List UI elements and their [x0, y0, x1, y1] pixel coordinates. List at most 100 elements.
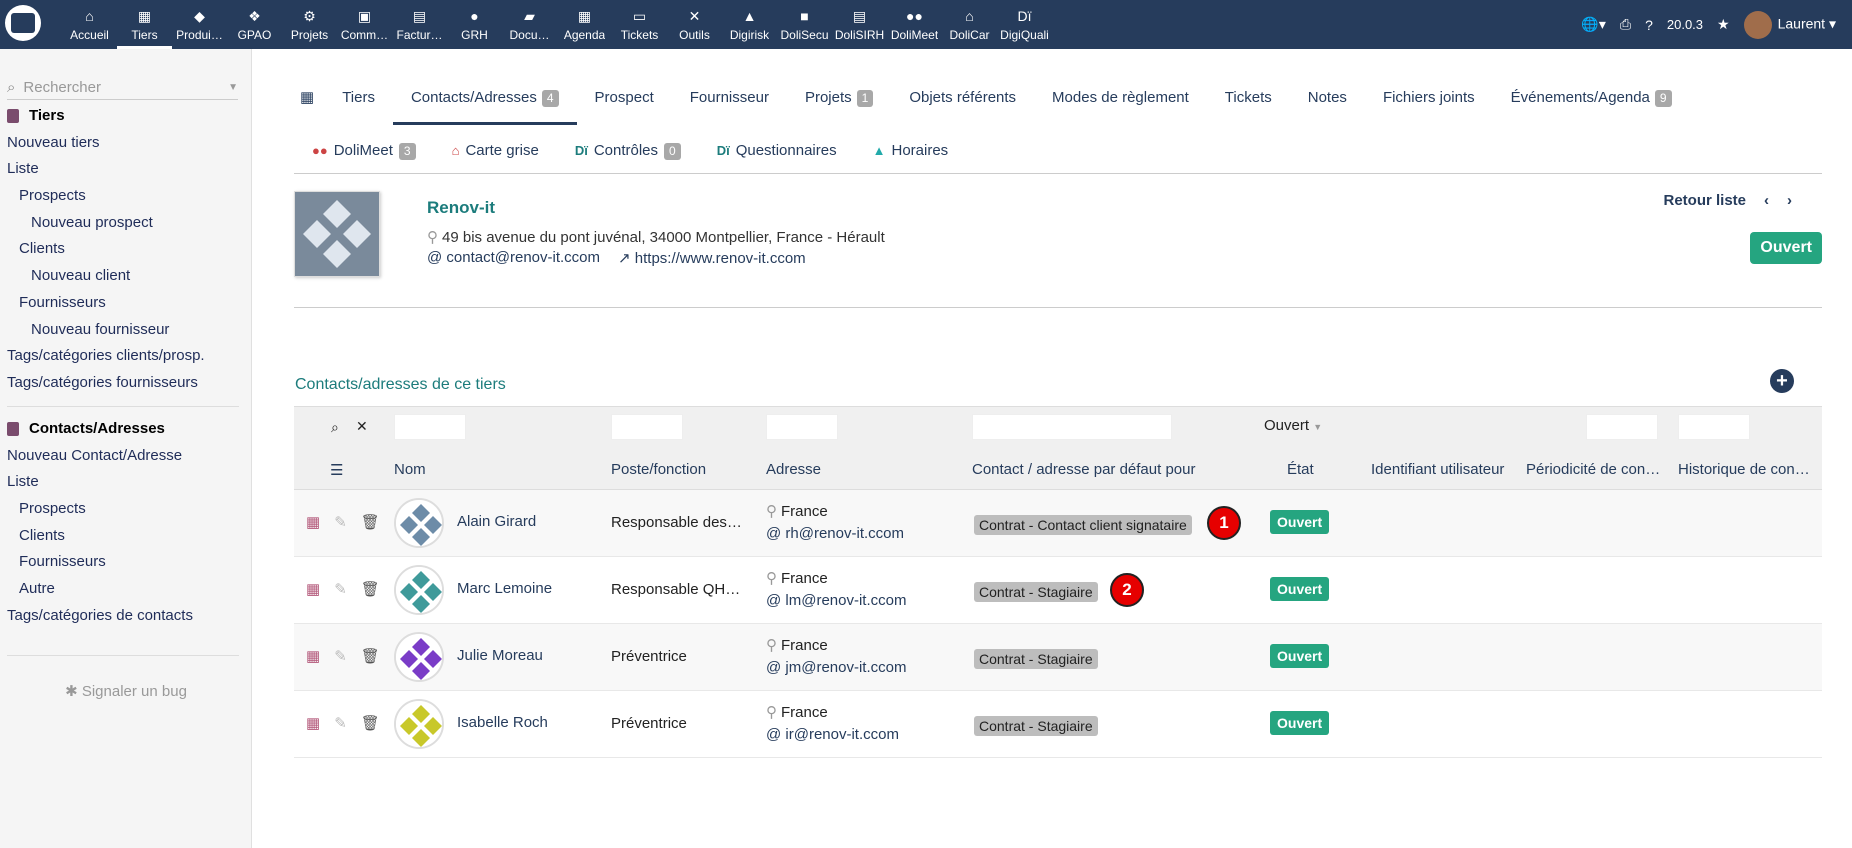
menu-item-dolisecu[interactable]: ■ DoliSecu: [777, 0, 832, 49]
sidebar-item[interactable]: Prospects: [0, 496, 252, 523]
menu-item-factur[interactable]: ▤ Factur…: [392, 0, 447, 49]
print-icon[interactable]: ⎙: [1620, 16, 1631, 33]
tab-tickets[interactable]: Tickets: [1207, 77, 1290, 125]
contact-email-link[interactable]: @ rh@renov-it.ccom: [766, 525, 904, 542]
menu-item-dolisirh[interactable]: ▤ DoliSIRH: [832, 0, 887, 49]
sidebar-item[interactable]: Clients: [0, 236, 252, 263]
edit-icon[interactable]: ✎: [334, 580, 347, 598]
menu-item-produi[interactable]: ◆ Produi…: [172, 0, 227, 49]
tab-contacts-adresses[interactable]: Contacts/Adresses 4: [392, 77, 577, 125]
sidebar-item[interactable]: Nouveau prospect: [0, 210, 252, 237]
trash-icon[interactable]: 🗑: [361, 647, 380, 665]
filter-poste-input[interactable]: [611, 414, 683, 440]
contact-name-link[interactable]: Isabelle Roch: [457, 714, 548, 731]
prev-icon[interactable]: ‹: [1764, 192, 1769, 209]
tab-fournisseur[interactable]: Fournisseur: [672, 77, 787, 125]
add-contact-button[interactable]: +: [1770, 369, 1794, 393]
tab-objets-r-f-rents[interactable]: Objets référents: [891, 77, 1034, 125]
contact-email-link[interactable]: @ jm@renov-it.ccom: [766, 659, 906, 676]
help-icon[interactable]: ?: [1645, 17, 1653, 33]
contact-email-link[interactable]: @ ir@renov-it.ccom: [766, 726, 899, 743]
sidebar-item[interactable]: Nouveau Contact/Adresse: [0, 443, 252, 470]
company-website-link[interactable]: ↗ https://www.renov-it.ccom: [618, 249, 806, 267]
contact-name-link[interactable]: Marc Lemoine: [457, 580, 552, 597]
tab-notes[interactable]: Notes: [1290, 77, 1365, 125]
list-icon[interactable]: ☰: [330, 461, 343, 479]
trash-icon[interactable]: 🗑: [361, 513, 380, 531]
col-user-id[interactable]: Identifiant utilisateur: [1371, 461, 1541, 478]
menu-item-accueil[interactable]: ⌂ Accueil: [62, 0, 117, 49]
globe-icon[interactable]: 🌐▾: [1581, 16, 1605, 33]
tab-dolimeet[interactable]: ●● DoliMeet 3: [294, 129, 434, 173]
tab-prospect[interactable]: Prospect: [577, 77, 672, 125]
menu-item-dolimeet[interactable]: ●● DoliMeet: [887, 0, 942, 49]
contact-email-link[interactable]: @ lm@renov-it.ccom: [766, 592, 906, 609]
calendar-icon[interactable]: ▦: [306, 580, 320, 598]
sidebar-item[interactable]: Liste: [0, 156, 252, 183]
company-email-link[interactable]: @ contact@renov-it.ccom: [427, 249, 600, 267]
sidebar-item[interactable]: Liste: [0, 469, 252, 496]
filter-name-input[interactable]: [394, 414, 466, 440]
sidebar-item[interactable]: Fournisseurs: [0, 290, 252, 317]
sidebar-item[interactable]: Nouveau tiers: [0, 130, 252, 157]
menu-item-outils[interactable]: ✕ Outils: [667, 0, 722, 49]
sidebar-heading[interactable]: Contacts/Adresses: [0, 416, 252, 443]
app-logo[interactable]: [5, 5, 41, 41]
filter-period-input[interactable]: [1586, 414, 1658, 440]
sidebar-item[interactable]: Autre: [0, 576, 252, 603]
edit-icon[interactable]: ✎: [334, 714, 347, 732]
tab-questionnaires[interactable]: Dï Questionnaires: [699, 129, 855, 173]
sidebar-item[interactable]: Tags/catégories de contacts: [0, 603, 252, 630]
sidebar-heading[interactable]: Tiers: [0, 103, 252, 130]
menu-item-tickets[interactable]: ▭ Tickets: [612, 0, 667, 49]
col-historique[interactable]: Historique de con…: [1678, 461, 1818, 478]
sidebar-item[interactable]: Nouveau client: [0, 263, 252, 290]
edit-icon[interactable]: ✎: [334, 647, 347, 665]
calendar-icon[interactable]: ▦: [306, 714, 320, 732]
sidebar-item[interactable]: Prospects: [0, 183, 252, 210]
tab-horaires[interactable]: ▲ Horaires: [855, 129, 967, 173]
tab-carte-grise[interactable]: ⌂ Carte grise: [434, 129, 557, 173]
menu-item-dolicar[interactable]: ⌂ DoliCar: [942, 0, 997, 49]
col-periodicite[interactable]: Périodicité de con…: [1526, 461, 1666, 478]
tab-modes-de-r-glement[interactable]: Modes de règlement: [1034, 77, 1207, 125]
calendar-icon[interactable]: ▦: [306, 513, 320, 531]
search-input[interactable]: ⌕ Rechercher ▼: [7, 76, 238, 100]
search-icon[interactable]: ⌕: [331, 419, 339, 436]
col-nom[interactable]: Nom: [394, 461, 574, 478]
col-poste[interactable]: Poste/fonction: [611, 461, 751, 478]
building-icon[interactable]: ▦: [294, 77, 324, 125]
sidebar-item[interactable]: Clients: [0, 523, 252, 550]
menu-item-comm[interactable]: ▣ Comm…: [337, 0, 392, 49]
menu-item-projets[interactable]: ⚙ Projets: [282, 0, 337, 49]
back-to-list-link[interactable]: Retour liste: [1663, 192, 1746, 209]
tab-fichiers-joints[interactable]: Fichiers joints: [1365, 77, 1493, 125]
filter-contact-input[interactable]: [972, 414, 1172, 440]
menu-item-agenda[interactable]: ▦ Agenda: [557, 0, 612, 49]
sidebar-item[interactable]: Tags/catégories clients/prosp.: [0, 343, 252, 370]
sidebar-item[interactable]: Fournisseurs: [0, 549, 252, 576]
sidebar-item[interactable]: Tags/catégories fournisseurs: [0, 370, 252, 397]
contact-name-link[interactable]: Julie Moreau: [457, 647, 543, 664]
tab-contr-les[interactable]: Dï Contrôles 0: [557, 129, 699, 173]
col-contact-default[interactable]: Contact / adresse par défaut pour: [972, 461, 1232, 478]
menu-item-docu[interactable]: ▰ Docu…: [502, 0, 557, 49]
menu-item-grh[interactable]: ● GRH: [447, 0, 502, 49]
sidebar-item[interactable]: Nouveau fournisseur: [0, 317, 252, 344]
user-menu[interactable]: Laurent ▾: [1743, 10, 1836, 39]
tab-tiers[interactable]: Tiers: [324, 77, 393, 125]
contact-name-link[interactable]: Alain Girard: [457, 513, 536, 530]
report-bug-link[interactable]: ✱ Signaler un bug: [0, 682, 252, 700]
col-adresse[interactable]: Adresse: [766, 461, 946, 478]
star-icon[interactable]: ★: [1717, 16, 1730, 33]
clear-filter-icon[interactable]: ✕: [356, 418, 368, 435]
tab--v-nements-agenda[interactable]: Événements/Agenda 9: [1493, 77, 1690, 125]
menu-item-digiquali[interactable]: Dï DigiQuali: [997, 0, 1052, 49]
col-etat[interactable]: État: [1287, 461, 1347, 478]
menu-item-tiers[interactable]: ▦ Tiers: [117, 0, 172, 49]
filter-hist-input[interactable]: [1678, 414, 1750, 440]
filter-address-input[interactable]: [766, 414, 838, 440]
next-icon[interactable]: ›: [1787, 192, 1792, 209]
trash-icon[interactable]: 🗑: [361, 714, 380, 732]
filter-status-select[interactable]: Ouvert ▼: [1262, 414, 1334, 440]
